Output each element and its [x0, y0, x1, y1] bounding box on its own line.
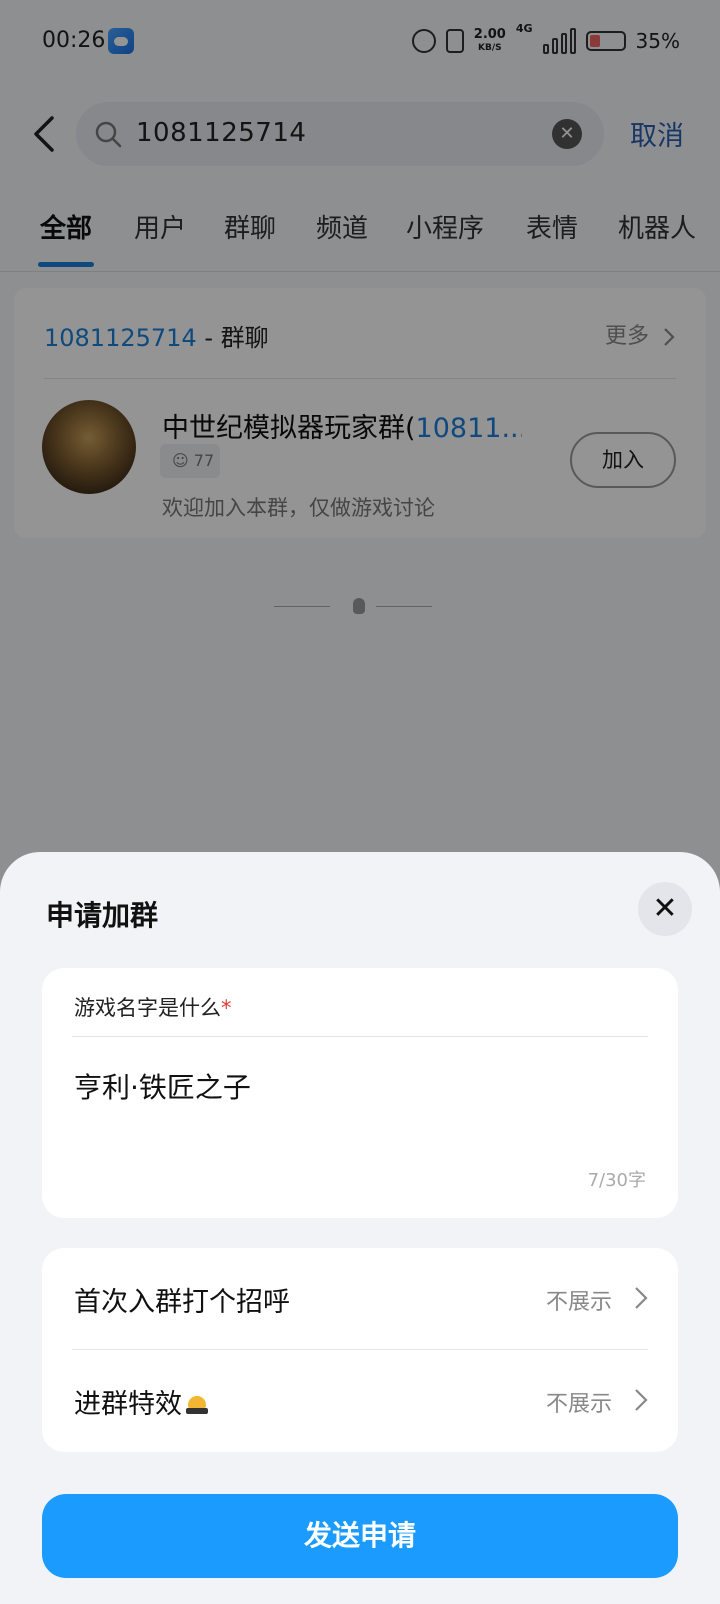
- greeting-option-label: 首次入群打个招呼: [74, 1287, 290, 1318]
- chevron-right-icon: [635, 1287, 648, 1309]
- required-mark: *: [221, 996, 232, 1020]
- greeting-option[interactable]: 首次入群打个招呼 不展示: [42, 1248, 678, 1350]
- entry-effect-option[interactable]: 进群特效 不展示: [42, 1350, 678, 1452]
- divider: [72, 1036, 648, 1037]
- question-text: 游戏名字是什么: [74, 996, 221, 1020]
- sheet-title: 申请加群: [46, 899, 159, 932]
- greeting-option-value: 不展示: [545, 1290, 612, 1315]
- chevron-right-icon: [635, 1389, 648, 1411]
- close-icon[interactable]: ✕: [638, 882, 692, 936]
- entry-effect-value: 不展示: [545, 1392, 612, 1417]
- join-request-sheet: 申请加群 ✕ 游戏名字是什么* 亨利·铁匠之子 7/30字 首次入群打个招呼 不…: [0, 852, 720, 1604]
- options-card: 首次入群打个招呼 不展示 进群特效 不展示: [42, 1248, 678, 1452]
- answer-input[interactable]: 亨利·铁匠之子: [74, 1066, 634, 1106]
- question-label: 游戏名字是什么*: [74, 992, 232, 1022]
- send-request-button[interactable]: 发送申请: [42, 1494, 678, 1578]
- entry-effect-label: 进群特效: [74, 1382, 208, 1421]
- entry-effect-text: 进群特效: [74, 1389, 182, 1420]
- effect-hat-icon: [186, 1395, 208, 1416]
- question-card: 游戏名字是什么* 亨利·铁匠之子 7/30字: [42, 968, 678, 1218]
- char-counter: 7/30字: [587, 1170, 646, 1191]
